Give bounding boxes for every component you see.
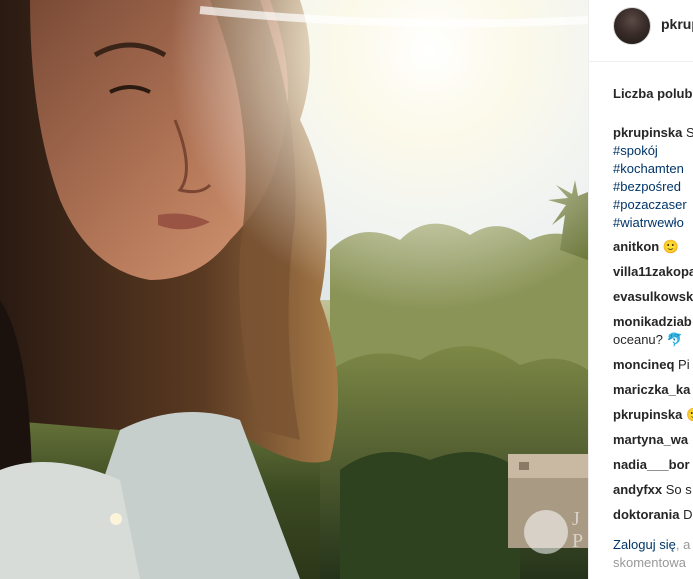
comment-item: martyna_wa	[613, 431, 688, 449]
photo-artwork	[0, 0, 588, 579]
comment-username[interactable]: villa11zakopa	[613, 264, 693, 279]
login-prompt: Zaloguj się, a	[613, 536, 690, 554]
hashtag-link[interactable]: #bezpośred	[613, 178, 681, 196]
comment-item: anitkon 🙂	[613, 238, 679, 256]
caption-username[interactable]: pkrupinska	[613, 125, 682, 140]
comment-item: andyfxx So s	[613, 481, 692, 499]
watermark-text: J P	[572, 508, 584, 552]
comment-username[interactable]: martyna_wa	[613, 432, 688, 447]
post-header: pkrup	[589, 0, 693, 62]
caption-text: S	[686, 125, 693, 140]
comment-item: mariczka_ka	[613, 381, 690, 399]
post-author-username[interactable]: pkrup	[661, 16, 693, 32]
caption: pkrupinska S	[613, 124, 693, 142]
comment-username[interactable]: anitkon	[613, 239, 659, 254]
post-photo[interactable]: J P	[0, 0, 588, 579]
post-side-panel: pkrup Liczba polub pkrupinska S #spokój …	[588, 0, 693, 579]
comment-text: 🙂	[662, 239, 680, 254]
login-prompt-text: , a	[675, 537, 691, 552]
login-prompt-line2: skomentowa	[613, 555, 686, 570]
likes-count[interactable]: Liczba polub	[613, 86, 692, 101]
comment-continuation: oceanu? 🐬	[613, 332, 683, 347]
hashtag-link[interactable]: #spokój	[613, 142, 658, 160]
comment-item: pkrupinska 🙂	[613, 406, 693, 424]
watermark-swan-icon	[524, 510, 568, 554]
avatar[interactable]	[613, 7, 651, 45]
comment-item: evasulkowsk	[613, 288, 693, 306]
hashtag-link[interactable]: #kochamten	[613, 160, 684, 178]
comment-item: villa11zakopa	[613, 263, 693, 281]
comment-username[interactable]: doktorania	[613, 507, 679, 522]
comment-text: D	[683, 507, 693, 522]
comment-item: monikadziab	[613, 313, 692, 331]
hashtag-link[interactable]: #pozaczaser	[613, 196, 687, 214]
comment-item: nadia___bor	[613, 456, 690, 474]
watermark-logo: J P	[524, 508, 588, 572]
comment-username[interactable]: moncineq	[613, 357, 674, 372]
hashtag-link[interactable]: #wiatrwewło	[613, 214, 684, 232]
comment-text: Pi	[678, 357, 690, 372]
comment-username[interactable]: nadia___bor	[613, 457, 690, 472]
comment-username[interactable]: evasulkowsk	[613, 289, 693, 304]
comment-username[interactable]: andyfxx	[613, 482, 662, 497]
comment-text: 🙂	[686, 406, 693, 424]
comment-text: So s	[665, 482, 692, 497]
comment-username[interactable]: pkrupinska	[613, 407, 682, 422]
comment-username[interactable]: mariczka_ka	[613, 382, 690, 397]
comment-item: moncineq Pi	[613, 356, 690, 374]
comment-item: doktorania D	[613, 506, 692, 524]
login-link[interactable]: Zaloguj się	[613, 537, 676, 552]
comment-username[interactable]: monikadziab	[613, 314, 692, 329]
